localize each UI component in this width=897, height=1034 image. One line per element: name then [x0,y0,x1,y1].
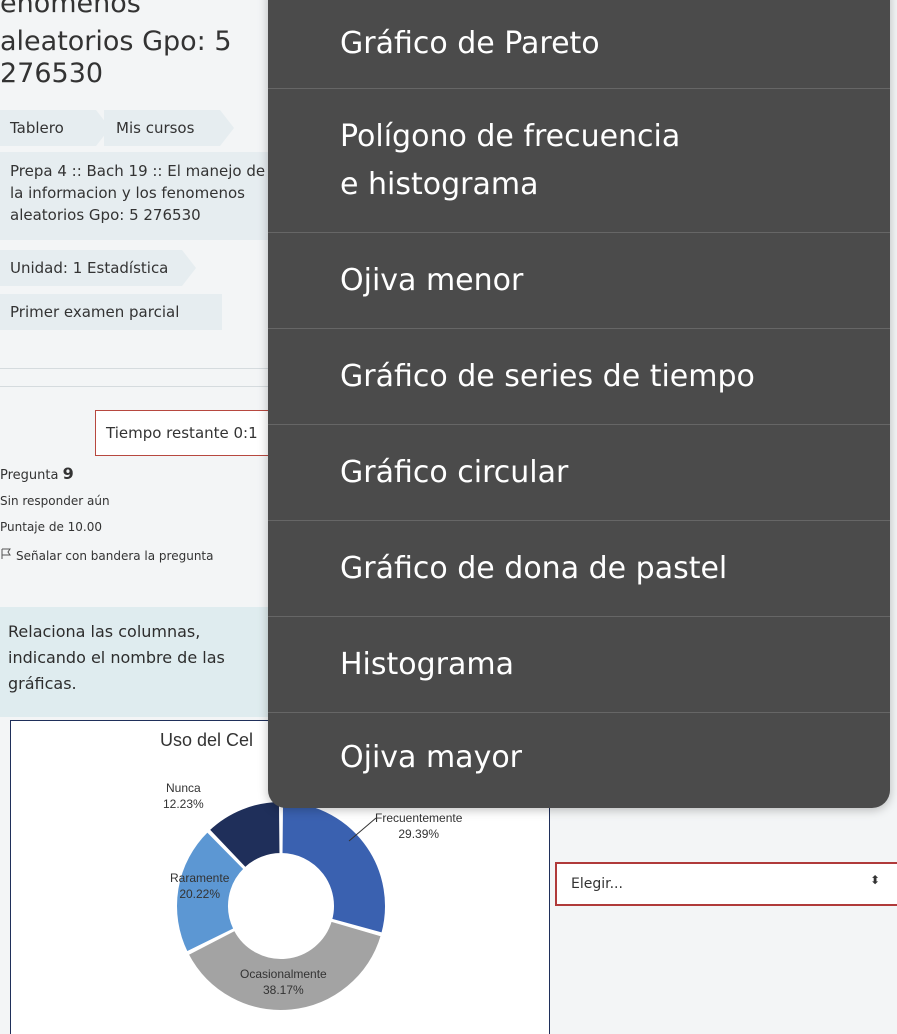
flag-question-link[interactable]: Señalar con bandera la pregunta [0,548,214,563]
breadcrumb-course-line-1: Prepa 4 :: Bach 19 :: El manejo de [10,162,266,180]
breadcrumb-tablero-label: Tablero [10,119,64,137]
option-label: Gráfico circular [340,454,569,490]
question-status: Sin responder aún [0,494,110,508]
option-label: Gráfico de Pareto [340,26,600,61]
option-label: Gráfico de dona de pastel [340,550,728,586]
question-score: Puntaje de 10.00 [0,520,102,534]
slice-name: Ocasionalmente [240,967,327,981]
page-title-line-2: aleatorios Gpo: 5 [0,26,232,57]
option-label-line-2: e histograma [340,167,539,202]
answer-select[interactable]: Elegir... ⬍ [555,862,897,906]
question-number: Pregunta 9 [0,464,74,483]
time-remaining: Tiempo restante 0:1 [95,410,295,456]
option-label: Histograma [340,646,515,682]
slice-name: Nunca [166,781,201,795]
option-label: Ojiva mayor [340,740,523,775]
question-text-line-3: gráficas. [8,674,77,693]
chart-title: Uso del Cel [160,730,254,750]
slice-value: 20.22% [179,887,221,901]
option-histograma[interactable]: Histograma [268,617,890,712]
page-title-line-3: 276530 [0,58,104,89]
question-number-value: 9 [62,464,74,483]
option-poligono-histograma[interactable]: Polígono de frecuencia e histograma [268,89,890,233]
quiz-page: enómenos aleatorios Gpo: 5 276530 Tabler… [0,0,897,1034]
option-label-line-1: Polígono de frecuencia [340,119,681,154]
option-ojiva-menor[interactable]: Ojiva menor [268,233,890,328]
donut-slice-frecuentemente [280,799,387,935]
option-label: Gráfico de series de tiempo [340,358,755,394]
slice-name: Frecuentemente [375,811,463,825]
breadcrumb-exam[interactable]: Primer examen parcial [0,294,222,330]
option-pareto[interactable]: Gráfico de Pareto [268,0,890,88]
slice-label-ocasionalmente: Ocasionalmente 38.17% [240,966,327,998]
breadcrumb-course-line-2: la informacion y los fenomenos [10,184,245,202]
option-ojiva-mayor[interactable]: Ojiva mayor [268,713,890,803]
flag-question-label: Señalar con bandera la pregunta [16,548,214,563]
slice-label-raramente: Raramente 20.22% [170,870,229,902]
answer-select-value: Elegir... [571,876,623,892]
question-text-line-2: indicando el nombre de las [8,648,225,667]
breadcrumb-course-line-3: aleatorios Gpo: 5 276530 [10,206,201,224]
option-series-tiempo[interactable]: Gráfico de series de tiempo [268,329,890,424]
slice-label-frecuentemente: Frecuentemente 29.39% [375,810,462,842]
flag-icon [0,548,12,563]
slice-name: Raramente [170,871,230,885]
question-text-line-1: Relaciona las columnas, [8,622,201,641]
option-circular[interactable]: Gráfico circular [268,425,890,520]
breadcrumb-mis-cursos[interactable]: Mis cursos [104,110,234,146]
option-dona-pastel[interactable]: Gráfico de dona de pastel [268,521,890,616]
breadcrumb-exam-label: Primer examen parcial [10,303,180,321]
divider [0,368,280,369]
question-text: Relaciona las columnas, indicando el nom… [0,607,290,717]
breadcrumb-tablero[interactable]: Tablero [0,110,110,146]
slice-label-nunca: Nunca 12.23% [163,780,204,812]
select-dropdown-menu: Gráfico de Pareto Polígono de frecuencia… [268,0,890,808]
page-title-line-1: enómenos [0,0,141,19]
breadcrumb-course[interactable]: Prepa 4 :: Bach 19 :: El manejo de la in… [0,152,290,240]
time-remaining-label: Tiempo restante 0:1 [106,424,258,442]
divider [0,386,280,387]
breadcrumb-mis-cursos-label: Mis cursos [116,119,195,137]
slice-value: 12.23% [163,797,204,811]
slice-value: 38.17% [263,983,304,997]
question-label: Pregunta [0,468,59,483]
breadcrumb-unit[interactable]: Unidad: 1 Estadística [0,250,196,286]
breadcrumb-unit-label: Unidad: 1 Estadística [10,259,169,277]
option-label: Ojiva menor [340,262,524,298]
select-arrows-icon: ⬍ [869,873,880,887]
slice-value: 29.39% [398,827,440,841]
